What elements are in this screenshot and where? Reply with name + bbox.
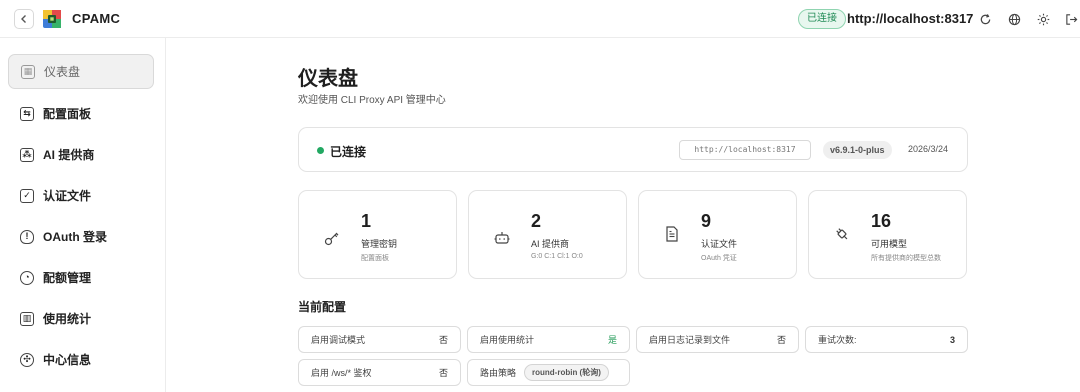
config-label: 启用调试模式 xyxy=(311,335,366,345)
bar-chart-icon: ▥ xyxy=(20,311,34,326)
app-logo xyxy=(42,9,62,29)
sun-icon xyxy=(1037,13,1049,25)
logout-icon xyxy=(1065,13,1077,25)
config-label: 路由策略 xyxy=(480,368,517,378)
status-dot xyxy=(317,147,324,154)
config-item-ws-auth: 启用 /ws/* 鉴权 否 xyxy=(298,359,461,386)
sidebar-item-label: AI 提供商 xyxy=(43,148,95,162)
sidebar-item-label: 使用统计 xyxy=(43,312,92,326)
config-value: 否 xyxy=(438,368,448,378)
stat-value: 2 xyxy=(531,211,542,231)
connection-status-card: 已连接 http://localhost:8317 v6.9.1-0-plus … xyxy=(298,127,968,172)
sidebar-item-label: OAuth 登录 xyxy=(43,230,107,244)
sidebar-item-label: 仪表盘 xyxy=(44,65,81,79)
routing-strategy-badge: round-robin (轮询) xyxy=(524,364,609,381)
stat-card-management-keys[interactable]: 1 管理密钥 配置面板 xyxy=(298,190,457,279)
version-badge: v6.9.1-0-plus xyxy=(823,141,892,159)
config-item-debug: 启用调试模式 否 xyxy=(298,326,461,353)
pie-chart-icon: ◔ xyxy=(20,270,34,285)
plug-icon xyxy=(833,225,851,243)
config-value: 3 xyxy=(949,334,955,345)
refresh-button[interactable] xyxy=(977,11,993,27)
sidebar-item-label: 中心信息 xyxy=(43,353,92,367)
refresh-icon xyxy=(980,13,990,24)
stat-label: 管理密钥 xyxy=(361,239,398,249)
stat-card-ai-providers[interactable]: 2 AI 提供商 G:0 C:1 Cl:1 O:0 xyxy=(468,190,627,279)
sliders-icon: ⇆ xyxy=(20,106,34,121)
globe-icon xyxy=(1008,13,1020,25)
sidebar-item-quota[interactable]: ◔ 配额管理 xyxy=(8,260,154,295)
sidebar-item-ai-providers[interactable]: ⁂ AI 提供商 xyxy=(8,137,154,172)
config-item-usage-stats: 启用使用统计 是 xyxy=(467,326,630,353)
connection-status-text: 已连接 xyxy=(330,145,367,159)
build-date: 2026/3/24 xyxy=(908,144,949,154)
language-button[interactable] xyxy=(1006,11,1022,27)
sidebar-item-info[interactable]: ✣ 中心信息 xyxy=(8,342,154,377)
stat-card-auth-files[interactable]: 9 认证文件 OAuth 凭证 xyxy=(638,190,797,279)
logout-button[interactable] xyxy=(1063,11,1079,27)
stat-label: AI 提供商 xyxy=(531,239,570,249)
page-title: 仪表盘 xyxy=(298,68,358,90)
sidebar-item-label: 认证文件 xyxy=(43,189,92,203)
config-item-log-to-file: 启用日志记录到文件 否 xyxy=(636,326,799,353)
config-label: 重试次数: xyxy=(818,335,857,345)
sidebar-item-config[interactable]: ⇆ 配置面板 xyxy=(8,96,154,131)
theme-toggle-button[interactable] xyxy=(1035,11,1051,27)
back-button[interactable] xyxy=(14,9,34,29)
config-label: 启用 /ws/* 鉴权 xyxy=(311,368,372,378)
connection-status-badge: 已连接 xyxy=(798,9,846,29)
sidebar-item-label: 配置面板 xyxy=(43,107,92,121)
config-section-title: 当前配置 xyxy=(298,300,347,314)
sidebar-item-usage[interactable]: ▥ 使用统计 xyxy=(8,301,154,336)
stat-value: 1 xyxy=(361,211,372,231)
sidebar-item-oauth-login[interactable]: ! OAuth 登录 xyxy=(8,219,154,254)
key-icon xyxy=(323,229,341,247)
config-value: 否 xyxy=(438,335,448,345)
page-subtitle: 欢迎使用 CLI Proxy API 管理中心 xyxy=(298,95,446,106)
stat-card-available-models[interactable]: 16 可用模型 所有提供商的模型总数 xyxy=(808,190,967,279)
stat-subtext: OAuth 凭证 xyxy=(701,255,737,262)
stat-value: 16 xyxy=(871,211,892,231)
config-label: 启用日志记录到文件 xyxy=(649,335,731,345)
shield-icon: ! xyxy=(20,229,34,244)
stat-label: 认证文件 xyxy=(701,239,738,249)
chevron-left-icon xyxy=(21,15,26,23)
file-check-icon: ✓ xyxy=(20,188,34,203)
dashboard-icon: ▦ xyxy=(21,64,35,79)
stat-subtext: 所有提供商的模型总数 xyxy=(871,255,941,262)
config-item-retry-count: 重试次数: 3 xyxy=(805,326,968,353)
bot-icon xyxy=(493,229,511,247)
sidebar-item-auth-files[interactable]: ✓ 认证文件 xyxy=(8,178,154,213)
stat-value: 9 xyxy=(701,211,712,231)
stat-subtext: 配置面板 xyxy=(361,255,389,262)
top-bar: CPAMC 已连接 http://localhost:8317 xyxy=(0,0,1080,38)
config-value: 是 xyxy=(607,335,617,345)
info-icon: ✣ xyxy=(20,352,34,367)
config-label: 启用使用统计 xyxy=(480,335,535,345)
config-value: 否 xyxy=(776,335,786,345)
config-item-routing-strategy: 路由策略 round-robin (轮询) xyxy=(467,359,630,386)
stat-label: 可用模型 xyxy=(871,239,908,249)
server-url: http://localhost:8317 xyxy=(847,11,974,26)
sidebar-item-label: 配额管理 xyxy=(43,271,92,285)
app-brand: CPAMC xyxy=(72,11,121,26)
stat-subtext: G:0 C:1 Cl:1 O:0 xyxy=(531,253,583,260)
server-url-field: http://localhost:8317 xyxy=(679,140,811,160)
sidebar-item-dashboard[interactable]: ▦ 仪表盘 xyxy=(8,54,154,89)
sidebar: ▦ 仪表盘 ⇆ 配置面板 ⁂ AI 提供商 ✓ 认证文件 ! OAuth 登录 … xyxy=(0,38,166,392)
network-icon: ⁂ xyxy=(20,147,34,162)
document-icon xyxy=(663,225,681,243)
